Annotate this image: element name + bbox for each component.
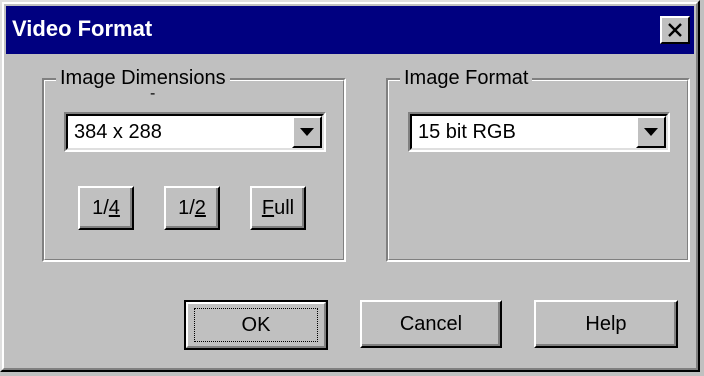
image-format-value: 15 bit RGB bbox=[418, 121, 516, 143]
image-format-label: Image Format bbox=[400, 66, 533, 90]
full-size-label: Full bbox=[261, 197, 295, 219]
video-format-dialog: Video Format Image Dimensions - 384 x 28… bbox=[0, 0, 700, 372]
half-size-button[interactable]: 1/2 bbox=[164, 186, 220, 230]
chevron-down-icon bbox=[300, 128, 314, 136]
full-size-button[interactable]: Full bbox=[250, 186, 306, 230]
close-x-icon bbox=[668, 23, 682, 37]
window-title: Video Format bbox=[12, 16, 153, 41]
image-format-group: Image Format 15 bit RGB bbox=[386, 66, 690, 262]
close-button[interactable] bbox=[660, 16, 690, 44]
chevron-down-icon bbox=[644, 128, 658, 136]
title-bar[interactable]: Video Format bbox=[6, 6, 694, 54]
ok-label: OK bbox=[241, 314, 271, 336]
image-dimensions-select[interactable]: 384 x 288 bbox=[64, 112, 326, 152]
cancel-label: Cancel bbox=[399, 313, 463, 335]
image-dimensions-value: 384 x 288 bbox=[74, 121, 162, 143]
help-label: Help bbox=[585, 313, 627, 335]
quarter-size-label: 1/4 bbox=[92, 197, 120, 219]
help-button[interactable]: Help bbox=[534, 300, 678, 348]
image-dimensions-label: Image Dimensions bbox=[56, 66, 230, 90]
half-size-label: 1/2 bbox=[178, 197, 206, 219]
quarter-size-button[interactable]: 1/4 bbox=[78, 186, 134, 230]
image-format-dropdown-button[interactable] bbox=[636, 116, 666, 148]
image-dimensions-dropdown-button[interactable] bbox=[292, 116, 322, 148]
image-format-select[interactable]: 15 bit RGB bbox=[408, 112, 670, 152]
ok-button[interactable]: OK bbox=[184, 300, 328, 350]
image-dimensions-group: Image Dimensions - 384 x 288 1/4 1/2 Ful… bbox=[42, 66, 346, 262]
cancel-button[interactable]: Cancel bbox=[360, 300, 502, 348]
